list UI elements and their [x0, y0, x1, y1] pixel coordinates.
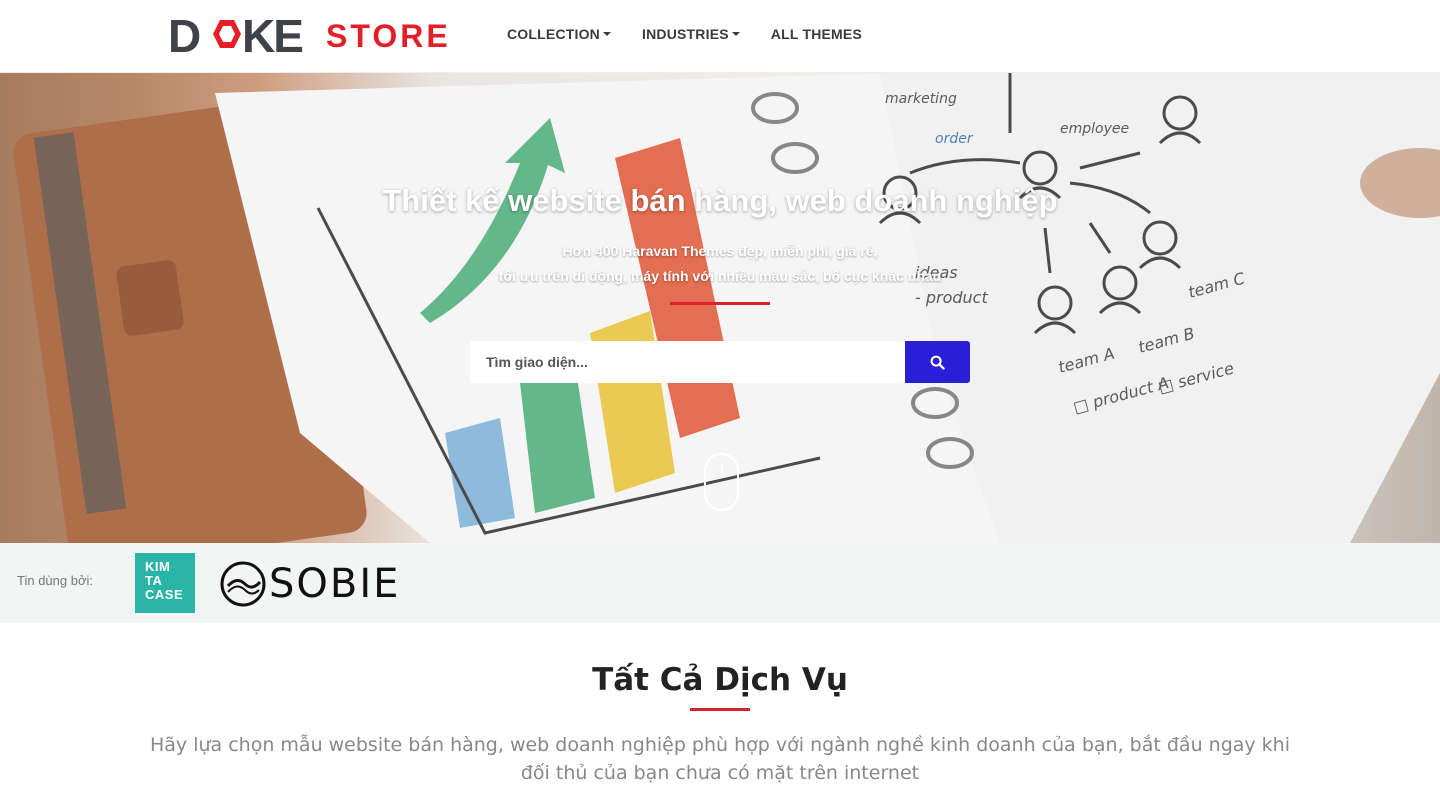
kim-logo-line-3: CASE [145, 587, 184, 602]
sobie-logo[interactable]: SOBIE [219, 559, 400, 609]
chevron-down-icon [731, 32, 740, 36]
trusted-by-label: Tin dùng bởi: [17, 573, 93, 588]
sobie-wordmark: SOBIE [269, 561, 401, 607]
search-button[interactable] [905, 341, 970, 383]
search-icon [930, 355, 945, 370]
nav-industries[interactable]: INDUSTRIES [642, 26, 740, 42]
kim-logo-line-1: KIM [145, 559, 171, 574]
svg-text:KE: KE [242, 14, 302, 58]
hero-divider [670, 302, 770, 305]
doke-logo-mark: D KE [168, 14, 304, 58]
nav-collection-label: COLLECTION [507, 26, 600, 42]
svg-text:D: D [168, 14, 200, 58]
theme-search-form [470, 341, 970, 383]
nav-all-themes-label: ALL THEMES [770, 26, 862, 42]
kim-ta-case-logo[interactable]: KIM TA CASE [135, 553, 195, 613]
mouse-wheel [721, 465, 723, 473]
main-nav: COLLECTION INDUSTRIES ALL THEMES [507, 26, 862, 42]
services-description: Hãy lựa chọn mẫu website bán hàng, web d… [150, 734, 1290, 784]
search-input[interactable] [470, 341, 905, 383]
site-header: D KE STORE COLLECTION INDUSTRIES ALL THE… [0, 0, 1440, 73]
logo-store-text: STORE [326, 18, 451, 54]
mouse-scroll-icon[interactable] [704, 453, 739, 511]
nav-all-themes[interactable]: ALL THEMES [771, 26, 862, 42]
sobie-emblem-icon [220, 561, 266, 607]
services-divider [690, 708, 750, 711]
trusted-by-bar: Tin dùng bởi: KIM TA CASE SOBIE [0, 543, 1440, 623]
kim-logo-line-2: TA [145, 573, 163, 588]
hero-title: Thiết kế website bán hàng, web doanh ngh… [382, 183, 1058, 218]
hero-subtitle: Hơn 400 Haravan Themes đẹp, miễn phí, gi… [0, 239, 1440, 289]
nav-collection[interactable]: COLLECTION [507, 26, 611, 42]
doke-store-logo[interactable]: D KE STORE [168, 14, 451, 58]
hero-subtitle-line-2: tối ưu trên di động, máy tính với nhiều … [498, 268, 942, 284]
services-title: Tất Cả Dịch Vụ [592, 662, 848, 698]
nav-industries-label: INDUSTRIES [642, 26, 729, 42]
hero-banner: ideas - product team A team B team C □ p… [0, 73, 1440, 543]
hero-subtitle-line-1: Hơn 400 Haravan Themes đẹp, miễn phí, gi… [562, 243, 878, 259]
chevron-down-icon [603, 32, 611, 36]
